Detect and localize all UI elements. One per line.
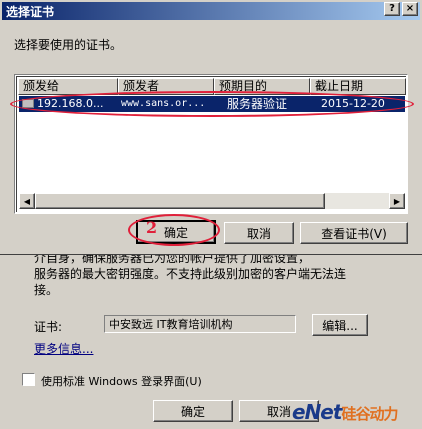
annotation-step-number: 2 [146,218,158,237]
more-info-link[interactable]: 更多信息... [34,340,93,357]
help-button[interactable]: ? [384,2,400,16]
watermark-brand: eNet [292,400,342,424]
view-certificate-button[interactable]: 查看证书(V) [300,222,408,244]
windows-login-label: 使用标准 Windows 登录界面(U) [41,375,202,388]
annotation-ok-highlight [128,214,220,246]
cancel-button[interactable]: 取消 [224,222,294,244]
scroll-left-icon[interactable]: ◀ [19,193,35,209]
watermark-logo: eNet硅谷动力 [292,400,398,424]
title-bar [2,2,420,20]
scroll-right-icon[interactable]: ▶ [389,193,405,209]
scroll-thumb[interactable] [35,193,325,209]
watermark-cn: 硅谷动力 [341,405,398,423]
background-description: 介自身，确保服务器已为您的帐户提供了加密设置， 服务器的最大密钥强度。不支持此级… [34,250,394,298]
desc-line-3: 接。 [34,283,59,297]
close-button[interactable]: × [402,2,418,16]
horizontal-scrollbar[interactable]: ◀ ▶ [19,193,405,209]
background-ok-button[interactable]: 确定 [153,400,233,422]
dialog-prompt: 选择要使用的证书。 [14,38,123,52]
desc-line-2: 服务器的最大密钥强度。不支持此级别加密的客户端无法连 [34,267,347,281]
edit-button[interactable]: 编辑... [312,314,368,336]
windows-login-checkbox[interactable] [22,373,35,386]
dialog-title: 选择证书 [6,5,55,19]
cert-field: 中安致远 IT教育培训机构 [104,315,296,333]
annotation-row-highlight [10,91,414,117]
cert-label: 证书: [34,320,63,334]
